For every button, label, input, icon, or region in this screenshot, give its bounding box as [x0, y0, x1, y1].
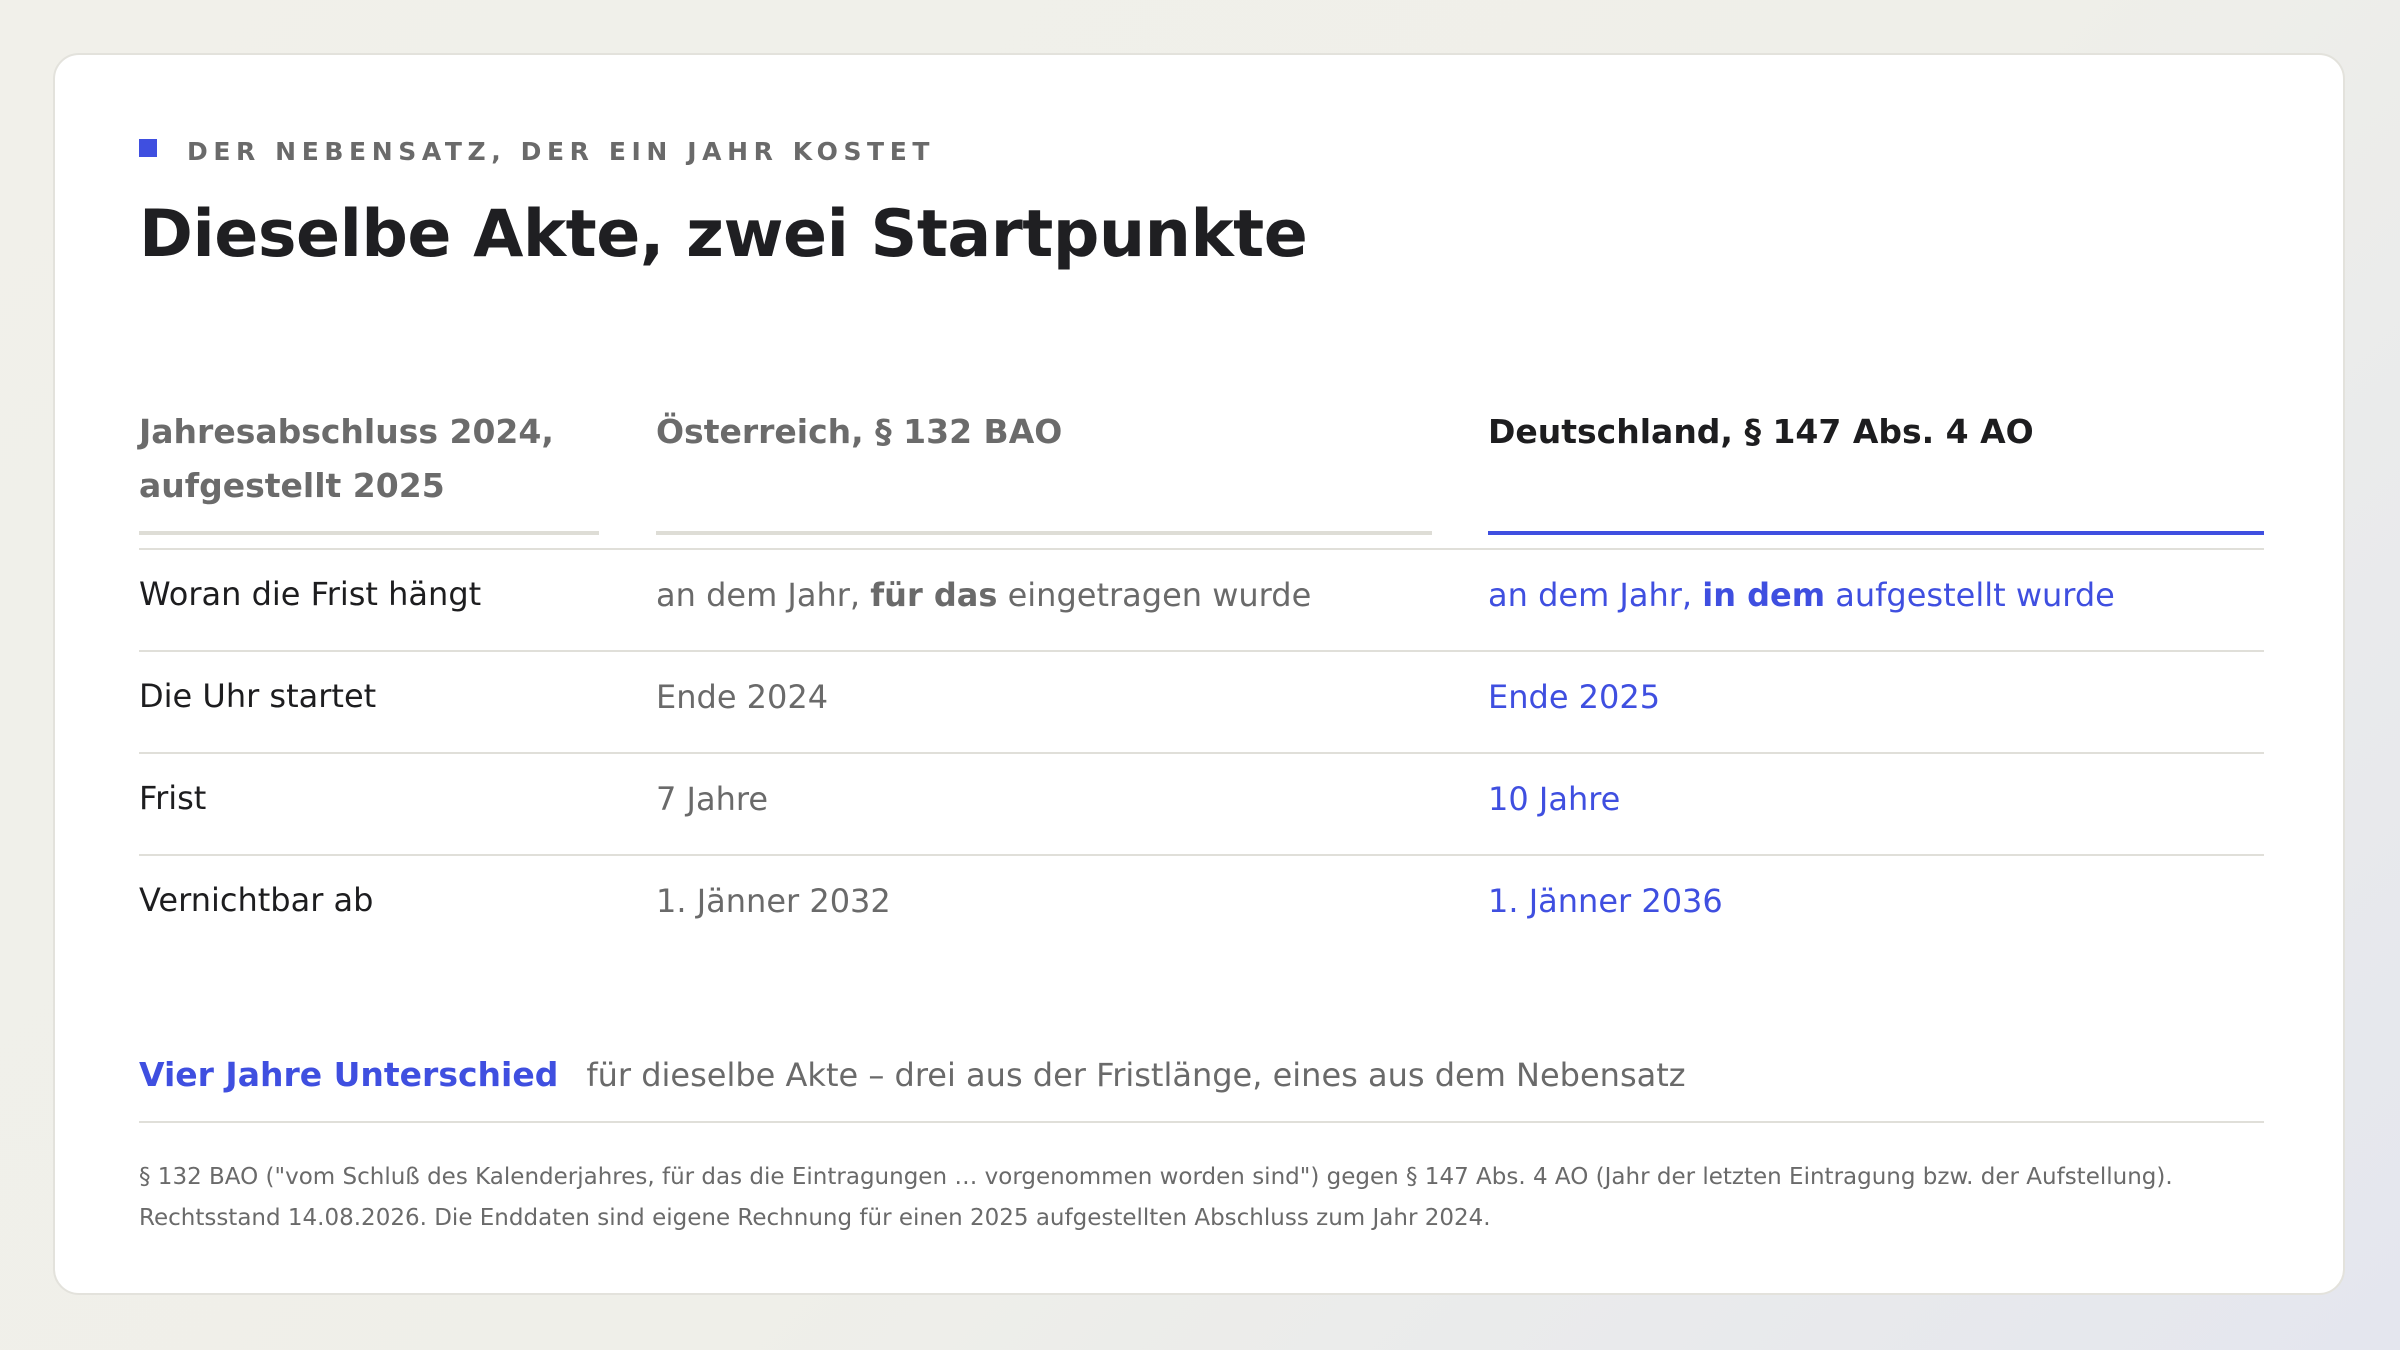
- cell-austria-clock-start: Ende 2024: [656, 678, 829, 716]
- column-header-germany: Deutschland, § 147 Abs. 4 AO: [1488, 412, 2034, 451]
- row-label-destroyable-from: Vernichtbar ab: [139, 881, 374, 919]
- summary-highlight: Vier Jahre Unterschied: [139, 1055, 559, 1094]
- cell-austria-deadline-basis: an dem Jahr, für das eingetragen wurde: [656, 576, 1312, 614]
- cell-germany-clock-start: Ende 2025: [1488, 678, 1661, 716]
- row-label-clock-start: Die Uhr startet: [139, 677, 377, 715]
- row-label-period: Frist: [139, 779, 207, 817]
- column-header-austria: Österreich, § 132 BAO: [656, 412, 1063, 451]
- content-card: DER NEBENSATZ, DER EIN JAHR KOSTET Diese…: [53, 53, 2345, 1295]
- footnote-line-1: § 132 BAO ("vom Schluß des Kalenderjahre…: [139, 1164, 2173, 1190]
- row-divider: [139, 854, 2264, 856]
- summary-line: Vier Jahre Unterschied für dieselbe Akte …: [139, 1055, 1686, 1094]
- row-label-deadline-basis: Woran die Frist hängt: [139, 575, 482, 613]
- cell-germany-destroyable-from: 1. Jänner 2036: [1488, 882, 1723, 920]
- footnote-line-2: Rechtsstand 14.08.2026. Die Enddaten sin…: [139, 1205, 1491, 1231]
- row-divider: [139, 752, 2264, 754]
- column-header-case-line-1: Jahresabschluss 2024,: [139, 412, 554, 451]
- cell-germany-period: 10 Jahre: [1488, 780, 1621, 818]
- column-underline-germany: [1488, 531, 2264, 535]
- column-underline-case: [139, 531, 599, 535]
- summary-text: für dieselbe Akte – drei aus der Fristlä…: [586, 1056, 1686, 1094]
- column-header-case-line-2: aufgestellt 2025: [139, 466, 445, 505]
- kicker-text: DER NEBENSATZ, DER EIN JAHR KOSTET: [187, 137, 936, 166]
- footnote: § 132 BAO ("vom Schluß des Kalenderjahre…: [139, 1157, 2264, 1239]
- footnote-divider: [139, 1121, 2264, 1123]
- cell-austria-destroyable-from: 1. Jänner 2032: [656, 882, 891, 920]
- column-underline-austria: [656, 531, 1432, 535]
- cell-austria-period: 7 Jahre: [656, 780, 768, 818]
- page-title: Dieselbe Akte, zwei Startpunkte: [139, 197, 1308, 272]
- cell-germany-deadline-basis: an dem Jahr, in dem aufgestellt wurde: [1488, 576, 2115, 614]
- square-marker-icon: [139, 138, 157, 157]
- kicker: DER NEBENSATZ, DER EIN JAHR KOSTET: [139, 137, 935, 166]
- column-header-case: Jahresabschluss 2024, aufgestellt 2025: [139, 405, 599, 513]
- row-divider: [139, 548, 2264, 550]
- row-divider: [139, 650, 2264, 652]
